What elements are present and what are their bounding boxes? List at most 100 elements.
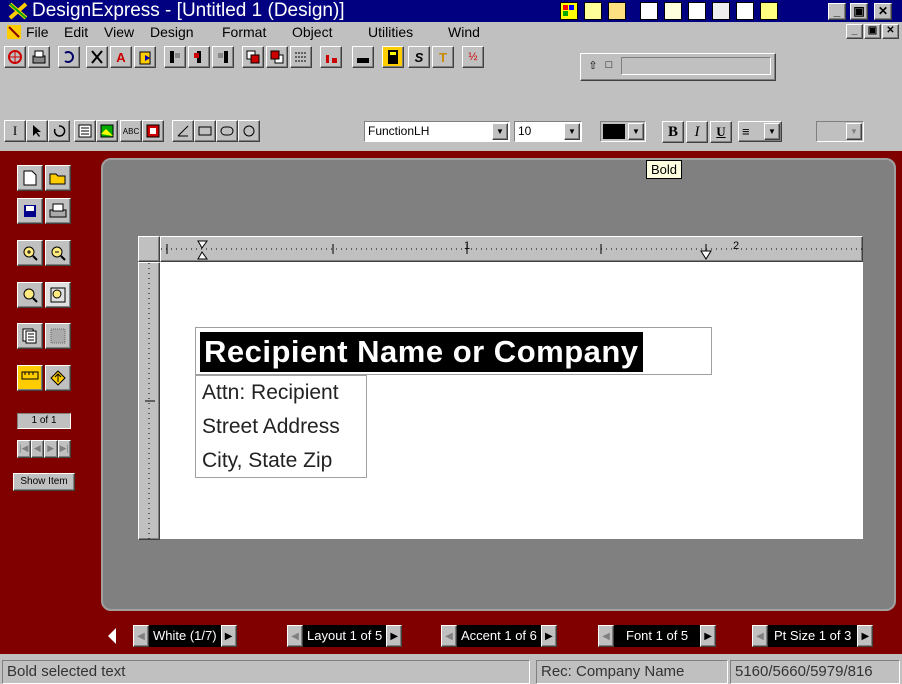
menu-file[interactable]: File — [26, 24, 49, 40]
menu-object[interactable]: Object — [292, 24, 332, 40]
font-next-button[interactable]: ▶ — [700, 625, 717, 647]
print-icon[interactable] — [45, 198, 71, 224]
bold-button[interactable]: B — [662, 121, 684, 143]
font-size-select[interactable]: 10 ▼ — [514, 121, 582, 142]
dropdown-arrow-icon[interactable]: ▼ — [764, 123, 780, 140]
dropdown-arrow-icon[interactable]: ▼ — [564, 123, 580, 140]
align-left-icon[interactable] — [164, 46, 186, 68]
show-item-button[interactable]: Show Item — [13, 473, 75, 491]
italic-button[interactable]: I — [686, 121, 708, 143]
save-icon[interactable] — [17, 198, 43, 224]
tag-icon[interactable] — [760, 2, 778, 20]
zoom-out-icon[interactable] — [45, 240, 71, 266]
alignment-select[interactable]: ≡ ▼ — [738, 121, 782, 142]
pt-size-prev-button[interactable]: ◀ — [752, 625, 768, 647]
menu-format[interactable]: Format — [222, 24, 266, 40]
city-line[interactable]: City, State Zip — [196, 444, 366, 478]
style-select[interactable]: ▼ — [816, 121, 864, 142]
font-name-select[interactable]: FunctionLH ▼ — [364, 121, 510, 142]
table-icon[interactable] — [664, 2, 682, 20]
menu-design[interactable]: Design — [150, 24, 194, 40]
zoom-actual-icon[interactable] — [45, 282, 71, 308]
accent-prev-button[interactable]: ◀ — [441, 625, 457, 647]
floating-field[interactable] — [621, 57, 771, 75]
close-button[interactable]: ✕ — [874, 3, 892, 20]
navigate-icon[interactable] — [45, 365, 71, 391]
undo-icon[interactable] — [58, 46, 80, 68]
card-icon[interactable] — [712, 2, 730, 20]
checklist-icon[interactable] — [688, 2, 706, 20]
recipient-name-frame[interactable]: Recipient Name or Company — [195, 327, 712, 375]
font-prev-button[interactable]: ◀ — [598, 625, 614, 647]
new-document-icon[interactable] — [17, 165, 43, 191]
save-mini-icon[interactable]: □ — [601, 56, 617, 74]
doc-minimize-button[interactable]: _ — [846, 24, 863, 39]
text-tool-icon[interactable]: A — [110, 46, 132, 68]
dropdown-arrow-icon[interactable]: ▼ — [846, 123, 862, 140]
dropdown-arrow-icon[interactable]: ▼ — [628, 123, 644, 140]
ellipse-tool-icon[interactable] — [238, 120, 260, 142]
rotate-icon[interactable] — [48, 120, 70, 142]
select-arrow-icon[interactable] — [26, 120, 48, 142]
text-cursor-icon[interactable]: I — [4, 120, 26, 142]
graphic-icon[interactable] — [142, 120, 164, 142]
line-tool-icon[interactable] — [172, 120, 194, 142]
align-right-icon[interactable] — [212, 46, 234, 68]
labels-icon[interactable] — [736, 2, 754, 20]
align-center-icon[interactable] — [188, 46, 210, 68]
zoom-in-icon[interactable] — [17, 240, 43, 266]
text-frame-icon[interactable] — [74, 120, 96, 142]
vertical-ruler[interactable] — [138, 262, 160, 541]
spell-check-icon[interactable]: S — [408, 46, 430, 68]
open-folder-icon[interactable] — [608, 2, 626, 20]
address-frame[interactable]: Attn: Recipient Street Address City, Sta… — [195, 375, 367, 478]
street-line[interactable]: Street Address — [196, 410, 366, 444]
document-icon[interactable] — [640, 2, 658, 20]
attn-line[interactable]: Attn: Recipient — [196, 376, 366, 410]
target-icon[interactable] — [4, 46, 26, 68]
last-page-button[interactable]: ▶| — [57, 440, 71, 458]
pin-icon[interactable]: T — [432, 46, 454, 68]
paste-icon[interactable] — [134, 46, 156, 68]
rounded-rect-tool-icon[interactable] — [216, 120, 238, 142]
menu-window[interactable]: Wind — [448, 24, 480, 40]
pattern-icon[interactable] — [45, 323, 71, 349]
restore-button[interactable]: ▣ — [850, 3, 868, 20]
doc-restore-button[interactable]: ▣ — [864, 24, 881, 39]
menu-utilities[interactable]: Utilities — [368, 24, 413, 40]
palette-icon[interactable] — [560, 2, 578, 20]
document-menu-icon[interactable] — [6, 24, 22, 40]
layout-prev-button[interactable]: ◀ — [287, 625, 303, 647]
calculator-icon[interactable] — [382, 46, 404, 68]
fraction-icon[interactable]: ½ — [462, 46, 484, 68]
doc-close-button[interactable]: ✕ — [882, 24, 899, 39]
rectangle-tool-icon[interactable] — [194, 120, 216, 142]
pt-size-next-button[interactable]: ▶ — [857, 625, 874, 647]
grid-icon[interactable] — [290, 46, 312, 68]
scroll-left-icon[interactable] — [106, 627, 118, 645]
send-back-icon[interactable] — [266, 46, 288, 68]
notes-icon[interactable] — [584, 2, 602, 20]
picture-frame-icon[interactable] — [96, 120, 118, 142]
open-folder-icon[interactable] — [45, 165, 71, 191]
barcode-icon[interactable]: ABC — [120, 120, 142, 142]
next-page-button[interactable]: ▶ — [44, 440, 58, 458]
minimize-button[interactable]: _ — [828, 3, 846, 20]
layout-next-button[interactable]: ▶ — [386, 625, 403, 647]
menu-edit[interactable]: Edit — [64, 24, 88, 40]
line-style-icon[interactable] — [352, 46, 374, 68]
cut-icon[interactable] — [86, 46, 108, 68]
color-next-button[interactable]: ▶ — [220, 625, 237, 647]
dropdown-arrow-icon[interactable]: ▼ — [492, 123, 508, 140]
print-preview-icon[interactable] — [28, 46, 50, 68]
first-page-button[interactable]: |◀ — [17, 440, 31, 458]
paint-icon[interactable] — [320, 46, 342, 68]
horizontal-ruler[interactable]: 1 2 — [160, 236, 864, 262]
home-icon[interactable]: ⇧ — [585, 56, 601, 74]
text-color-select[interactable]: ▼ — [600, 121, 646, 142]
ruler-icon[interactable] — [17, 365, 43, 391]
copy-page-icon[interactable] — [17, 323, 43, 349]
zoom-page-icon[interactable] — [17, 282, 43, 308]
recipient-name-text[interactable]: Recipient Name or Company — [200, 332, 643, 372]
underline-button[interactable]: U — [710, 121, 732, 143]
